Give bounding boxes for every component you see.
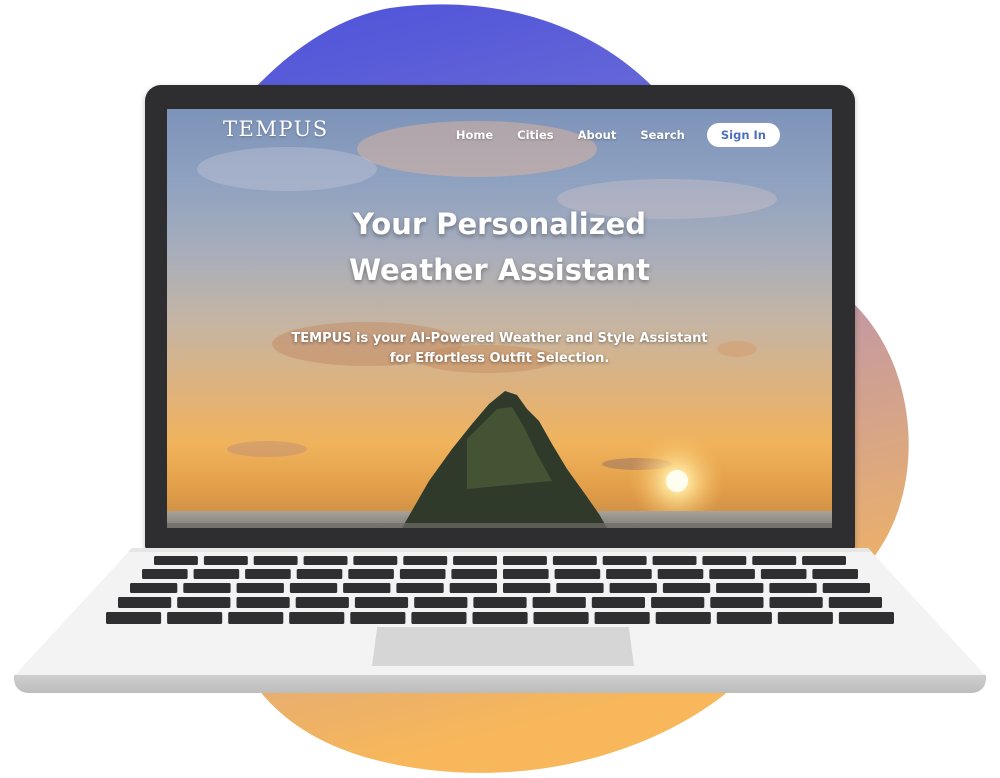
nav-about-link[interactable]: About bbox=[578, 128, 617, 142]
keyboard-key bbox=[118, 597, 172, 608]
keyboard-key bbox=[411, 612, 467, 624]
keyboard-key bbox=[716, 612, 772, 624]
keyboard-key bbox=[662, 583, 711, 593]
site-logo[interactable]: TEMPUS bbox=[223, 117, 329, 141]
keyboard-key bbox=[716, 583, 764, 593]
keyboard-key bbox=[828, 597, 882, 608]
site-nav: Home Cities About Search Sign In bbox=[432, 123, 780, 147]
keyboard-key bbox=[289, 612, 345, 624]
keyboard-key bbox=[245, 569, 291, 579]
keyboard-key bbox=[177, 597, 231, 608]
trackpad bbox=[372, 627, 634, 666]
keyboard-key bbox=[709, 569, 755, 579]
keyboard-key bbox=[652, 556, 697, 565]
laptop-base-edge bbox=[14, 675, 986, 693]
keyboard-key bbox=[503, 569, 549, 579]
keyboard-key bbox=[303, 556, 348, 565]
keyboard-key bbox=[591, 597, 645, 608]
keyboard-key bbox=[449, 583, 497, 593]
keyboard-key bbox=[343, 583, 391, 593]
keyboard-key bbox=[236, 583, 284, 593]
keyboard-key bbox=[554, 569, 601, 579]
keyboard-key bbox=[473, 597, 527, 608]
keyboard-key bbox=[228, 612, 284, 624]
keyboard-key bbox=[353, 556, 398, 565]
keyboard-key bbox=[236, 597, 290, 608]
keyboard-key bbox=[253, 556, 298, 565]
keyboard-key bbox=[295, 597, 349, 608]
keyboard-key bbox=[203, 556, 248, 565]
keyboard-key bbox=[702, 556, 747, 565]
keyboard-key bbox=[532, 597, 586, 608]
keyboard-key bbox=[453, 556, 497, 565]
keyboard-key bbox=[802, 556, 846, 565]
keyboard-key bbox=[183, 583, 231, 593]
keyboard-key bbox=[289, 583, 338, 593]
keyboard-key bbox=[503, 583, 551, 593]
keyboard-key bbox=[354, 597, 409, 608]
keyboard-key bbox=[396, 583, 444, 593]
keyboard-key bbox=[106, 612, 162, 624]
keyboard-key bbox=[822, 583, 870, 593]
keyboard-key bbox=[594, 612, 650, 624]
keyboard-key bbox=[167, 612, 223, 624]
hero-subtitle: TEMPUS is your AI-Powered Weather and St… bbox=[167, 329, 832, 369]
keyboard-key bbox=[533, 612, 589, 624]
nav-search-link[interactable]: Search bbox=[640, 128, 685, 142]
keyboard-key bbox=[472, 612, 528, 624]
keyboard-key bbox=[710, 597, 764, 608]
laptop-screen: TEMPUS Home Cities About Search Sign In … bbox=[167, 109, 832, 528]
keyboard-key bbox=[130, 583, 178, 593]
keyboard-key bbox=[556, 583, 604, 593]
keyboard-key bbox=[350, 612, 406, 624]
keyboard-key bbox=[777, 612, 833, 624]
keyboard-key bbox=[769, 583, 817, 593]
hero-title-line-2: Weather Assistant bbox=[349, 253, 650, 287]
keyboard-key bbox=[812, 569, 858, 579]
mockup-stage: TEMPUS Home Cities About Search Sign In … bbox=[0, 0, 1000, 778]
keyboard-key bbox=[657, 569, 704, 579]
hero-title: Your Personalized Weather Assistant bbox=[167, 201, 832, 293]
keyboard-key bbox=[602, 556, 647, 565]
sign-in-button[interactable]: Sign In bbox=[706, 123, 780, 147]
keyboard-key bbox=[655, 612, 711, 624]
keyboard-key bbox=[451, 569, 497, 579]
keyboard-key bbox=[154, 556, 198, 565]
hero-title-line-1: Your Personalized bbox=[352, 207, 647, 241]
nav-cities-link[interactable]: Cities bbox=[517, 128, 553, 142]
keyboard-key bbox=[760, 569, 807, 579]
keyboard-key bbox=[651, 597, 705, 608]
keyboard-key bbox=[142, 569, 188, 579]
keyboard-key bbox=[609, 583, 657, 593]
nav-home-link[interactable]: Home bbox=[456, 128, 493, 142]
keyboard-key bbox=[399, 569, 446, 579]
keyboard-key bbox=[414, 597, 468, 608]
keyboard-key bbox=[348, 569, 394, 579]
keyboard-key bbox=[296, 569, 343, 579]
keyboard-key bbox=[838, 612, 894, 624]
keyboard-key bbox=[403, 556, 448, 565]
hero-subtitle-line-1: TEMPUS is your AI-Powered Weather and St… bbox=[291, 331, 708, 346]
keyboard-key bbox=[752, 556, 797, 565]
sunset-island-photo bbox=[167, 121, 832, 528]
keyboard-key bbox=[606, 569, 652, 579]
keyboard-key bbox=[503, 556, 547, 565]
keyboard-key bbox=[769, 597, 823, 608]
keyboard-key bbox=[193, 569, 240, 579]
keyboard-key bbox=[552, 556, 597, 565]
hero-subtitle-line-2: for Effortless Outfit Selection. bbox=[389, 351, 610, 366]
